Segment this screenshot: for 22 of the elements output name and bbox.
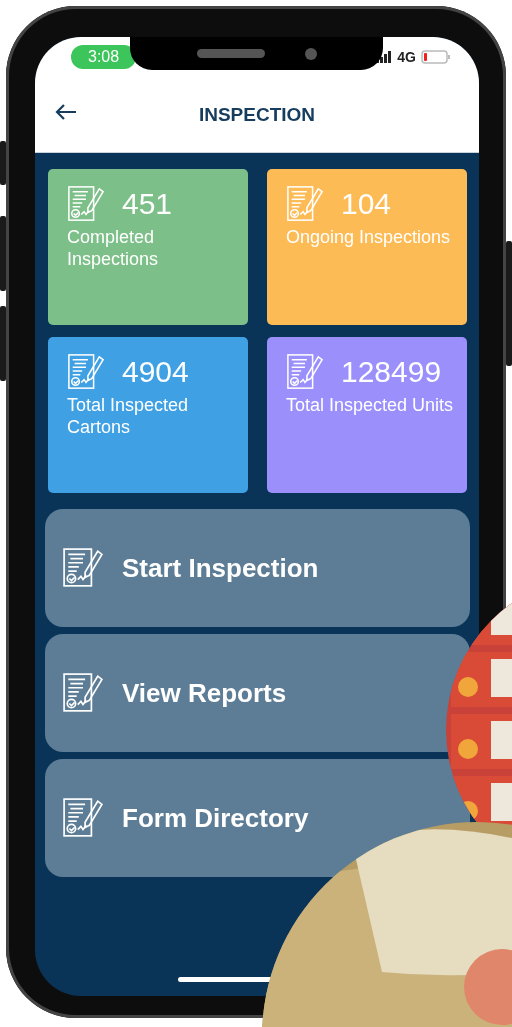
battery-icon [421,50,451,64]
document-icon [62,547,104,589]
stat-value: 451 [122,187,173,221]
document-icon [62,797,104,839]
screen-title: INSPECTION [198,103,316,126]
action-button[interactable]: Start Inspection [45,509,470,627]
document-icon [286,353,324,391]
stat-label: Total Inspected Cartons [67,394,190,438]
stat-label: Ongoing Inspections [286,226,452,248]
network-label: 4G [397,49,416,65]
stat-label: Total Inspected Units [286,394,455,416]
document-icon [62,672,104,714]
stat-value: 128499 [341,355,442,389]
document-icon [67,185,105,223]
stat-value: 104 [341,187,392,221]
stat-label: Completed Inspections [67,226,160,270]
document-icon [67,353,105,391]
status-time: 3:08 [71,45,137,69]
document-icon [286,185,324,223]
action-button[interactable]: View Reports [45,634,470,752]
stat-value: 4904 [122,355,189,389]
back-arrow-icon [55,103,77,121]
